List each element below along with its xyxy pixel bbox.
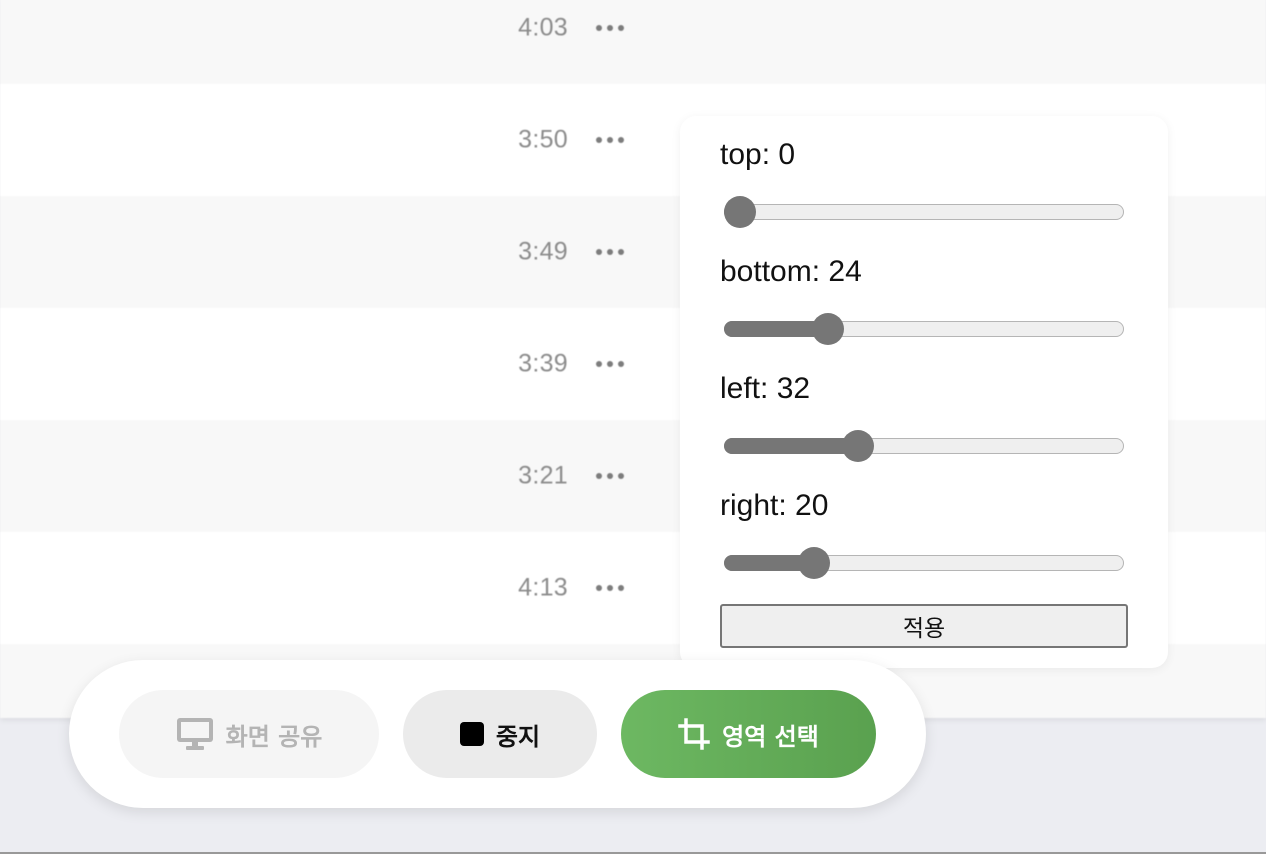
select-region-button[interactable]: 영역 선택	[621, 690, 876, 778]
more-options-icon[interactable]	[596, 137, 624, 143]
track-duration: 3:39	[518, 349, 568, 378]
slider-fill	[724, 438, 858, 454]
more-options-icon[interactable]	[596, 361, 624, 367]
screen-share-button[interactable]: 화면 공유	[119, 690, 379, 778]
track-duration: 4:03	[518, 13, 568, 42]
right-slider[interactable]	[724, 547, 1124, 579]
slider-thumb[interactable]	[797, 547, 830, 579]
bottom-slider-label: bottom: 24	[720, 255, 862, 288]
slider-thumb[interactable]	[724, 196, 756, 228]
more-options-icon[interactable]	[596, 25, 624, 31]
stop-icon	[459, 722, 484, 746]
select-region-label: 영역 선택	[722, 722, 819, 751]
stop-button[interactable]: 중지	[403, 690, 597, 778]
slider-thumb[interactable]	[812, 313, 845, 345]
track-duration: 3:49	[518, 237, 568, 266]
crop-icon	[678, 718, 710, 750]
top-slider[interactable]	[724, 196, 1124, 228]
more-options-icon[interactable]	[596, 585, 624, 591]
track-duration: 3:50	[518, 125, 568, 154]
slider-track	[724, 204, 1124, 220]
right-slider-label: right: 20	[720, 489, 829, 522]
screen-share-label: 화면 공유	[225, 722, 323, 751]
slider-thumb[interactable]	[841, 430, 874, 462]
left-slider[interactable]	[724, 430, 1124, 462]
monitor-icon	[176, 717, 214, 751]
more-options-icon[interactable]	[596, 473, 624, 479]
left-slider-label: left: 32	[720, 372, 811, 405]
more-options-icon[interactable]	[596, 249, 624, 255]
track-row[interactable]: 4:03	[0, 0, 1266, 84]
crop-settings-popover: top: 0 bottom: 24 left: 32 right: 20 적용	[680, 116, 1168, 668]
top-slider-label: top: 0	[720, 138, 796, 171]
track-duration: 3:21	[518, 461, 568, 490]
bottom-slider[interactable]	[724, 313, 1124, 345]
apply-button[interactable]: 적용	[720, 604, 1128, 648]
track-duration: 4:13	[518, 573, 568, 602]
stop-label: 중지	[495, 722, 541, 751]
capture-toolbar: 화면 공유 중지 영역 선택	[69, 660, 926, 808]
